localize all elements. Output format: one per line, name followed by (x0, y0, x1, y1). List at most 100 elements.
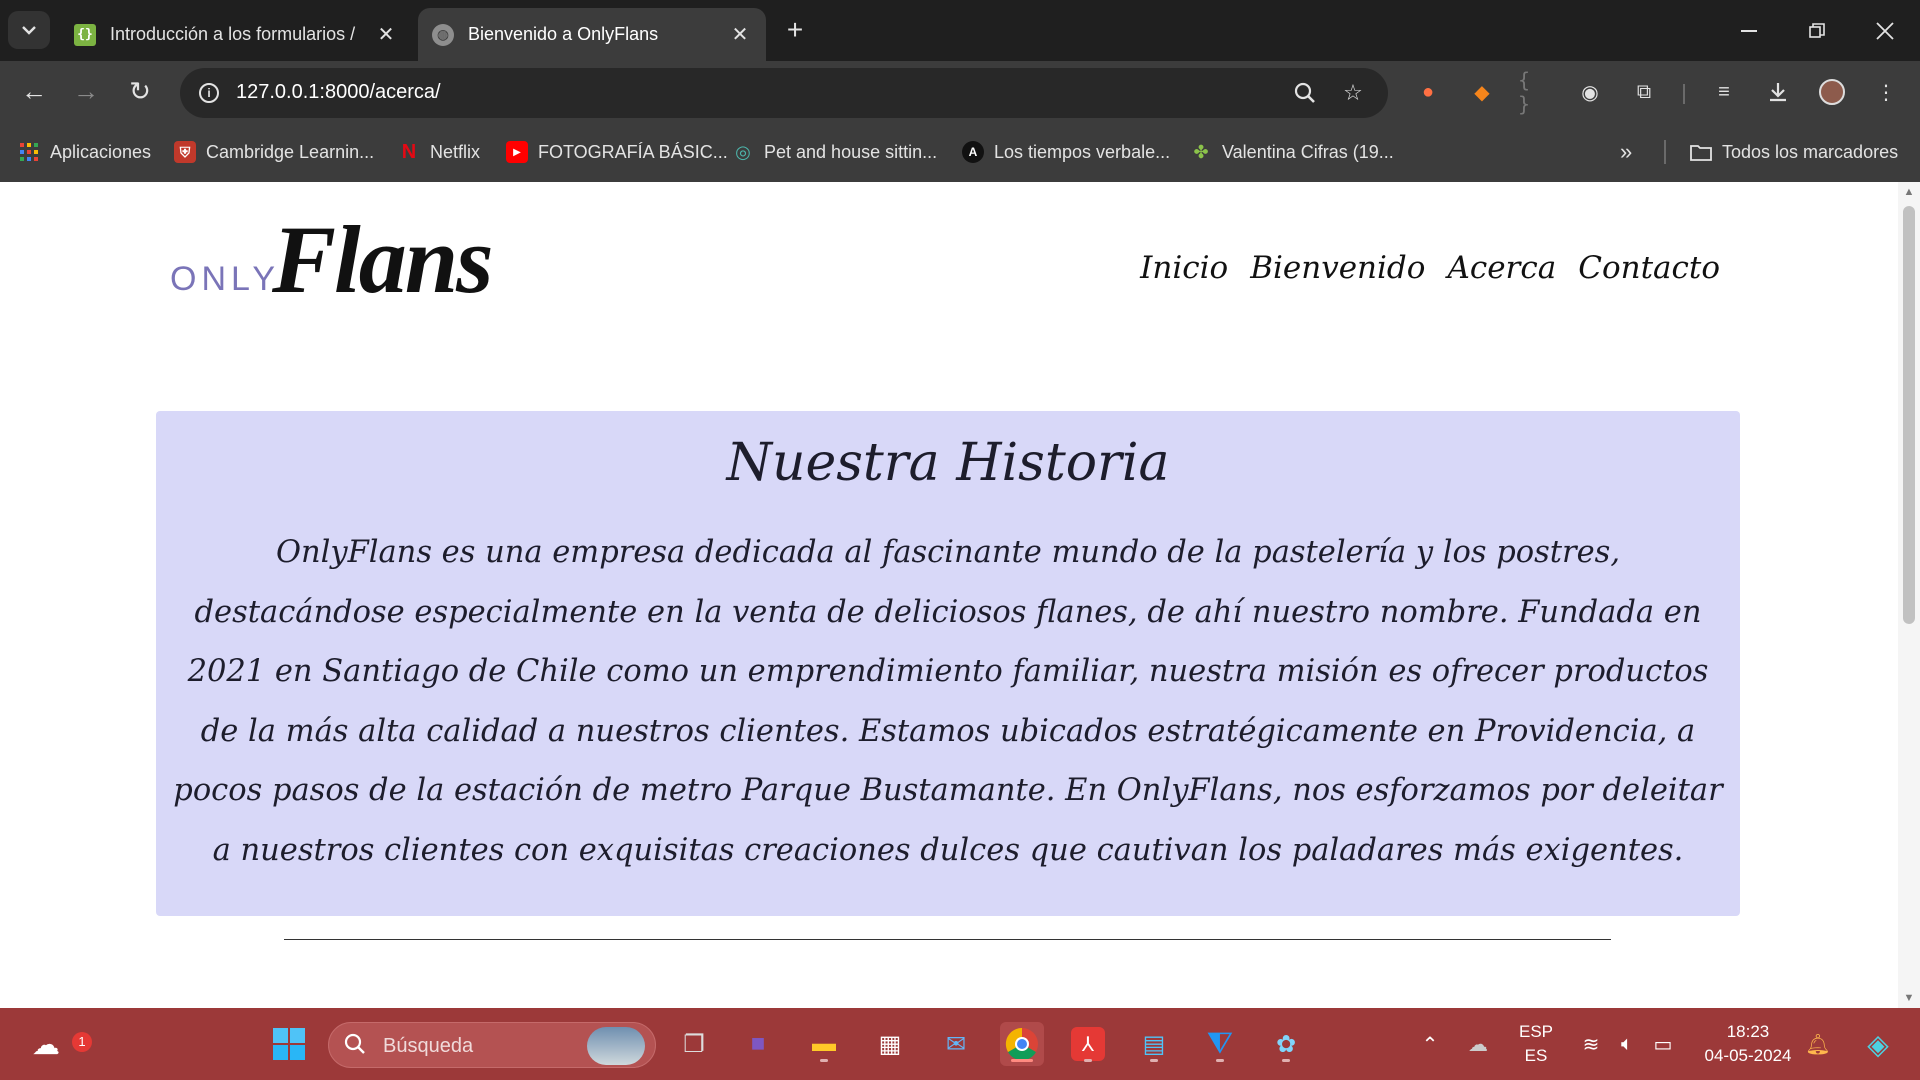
url-text[interactable]: 127.0.0.1:8000/acerca/ (236, 81, 441, 104)
section-body: OnlyFlans es una empresa dedicada al fas… (173, 535, 1723, 868)
wifi-button[interactable]: ≋ (1574, 1008, 1608, 1080)
bookmark-label: Aplicaciones (50, 141, 152, 162)
record-icon: ◉ (1581, 81, 1599, 104)
close-window-button[interactable] (1850, 0, 1920, 61)
search-placeholder: Búsqueda (383, 1035, 474, 1057)
bookmark-aplicaciones[interactable]: Aplicaciones (18, 138, 151, 166)
mail-icon: ✉ (945, 1030, 967, 1058)
notifications-button[interactable]: 🔔︎ (1800, 1008, 1836, 1080)
globe-icon: ◍ (432, 23, 454, 46)
copilot-icon: ◈ (1867, 1028, 1889, 1060)
system-clock[interactable]: 18:23 04-05-2024 (1698, 1020, 1798, 1068)
letter-a-icon: A (962, 141, 984, 163)
extension-metamask[interactable]: ◆ (1464, 74, 1500, 110)
taskbar-task-view[interactable]: ❐ (672, 1022, 716, 1066)
scroll-up-arrow-icon[interactable]: ▲ (1898, 184, 1920, 200)
plant-icon: ✤ (1193, 141, 1209, 162)
new-tab-button[interactable]: + (780, 12, 810, 48)
netflix-icon: N (401, 140, 417, 163)
zoom-button[interactable] (1290, 78, 1320, 108)
historia-card: Nuestra Historia OnlyFlans es una empres… (156, 411, 1740, 916)
bookmarks-separator (1664, 140, 1666, 164)
nav-link-inicio[interactable]: Inicio (1140, 250, 1228, 286)
bookmark-star-button[interactable]: ☆ (1338, 78, 1368, 108)
avatar (1819, 79, 1845, 105)
minimize-button[interactable] (1714, 0, 1784, 61)
tab-onlyflans[interactable]: ◍ Bienvenido a OnlyFlans ✕ (418, 8, 766, 61)
taskbar-search[interactable]: Búsqueda (328, 1022, 656, 1068)
site-info-button[interactable]: i (194, 78, 224, 108)
copilot-button[interactable]: ◈ (1854, 1008, 1902, 1080)
media-controls-button[interactable]: ≡ (1706, 74, 1742, 110)
language-code: ESP (1518, 1022, 1554, 1041)
bookmark-cambridge[interactable]: ⛨ Cambridge Learnin... (174, 138, 374, 166)
scroll-down-arrow-icon[interactable]: ▼ (1898, 990, 1920, 1006)
close-tab-icon[interactable]: ✕ (374, 22, 398, 47)
scroll-thumb[interactable] (1903, 206, 1915, 624)
download-icon (1770, 83, 1786, 102)
restore-button[interactable] (1782, 0, 1852, 61)
tab-title: Bienvenido a OnlyFlans (468, 24, 659, 44)
extensions-button[interactable]: ⧉ (1626, 74, 1662, 110)
search-highlight-image (587, 1027, 645, 1065)
taskbar-store[interactable]: ▦ (868, 1022, 912, 1066)
language-indicator[interactable]: ESP ES (1514, 1020, 1558, 1068)
section-title: Nuestra Historia (726, 433, 1170, 493)
taskbar-vscode[interactable]: ⧨ (1198, 1022, 1242, 1066)
bookmark-pet-sitting[interactable]: ◎ Pet and house sittin... (732, 138, 937, 166)
compass-icon: ◎ (735, 141, 751, 162)
bookmark-tiempos-verbales[interactable]: A Los tiempos verbale... (962, 138, 1170, 166)
profile-button[interactable] (1814, 74, 1850, 110)
weather-cloud-icon: ☁ (32, 1028, 60, 1060)
taskbar-meet[interactable]: ■ (736, 1022, 780, 1066)
tab-search-button[interactable] (8, 11, 50, 49)
extension-record[interactable]: ◉ (1572, 74, 1608, 110)
taskbar-paint[interactable]: ✿ (1264, 1022, 1308, 1066)
back-button[interactable]: ← (14, 71, 54, 111)
menu-button[interactable]: ⋮ (1868, 74, 1904, 110)
show-hidden-icons-button[interactable]: ⌃ (1412, 1008, 1448, 1080)
fox-icon: ◆ (1474, 81, 1490, 104)
task-view-icon: ❐ (683, 1030, 705, 1058)
search-icon (343, 1032, 367, 1063)
nav-link-bienvenido[interactable]: Bienvenido (1250, 250, 1425, 286)
taskbar-chrome[interactable] (1000, 1022, 1044, 1066)
nav-link-contacto[interactable]: Contacto (1578, 250, 1720, 286)
extension-flame[interactable]: ● (1410, 74, 1446, 110)
battery-button[interactable]: ▭ (1646, 1008, 1680, 1080)
tab-formularios[interactable]: {} Introducción a los formularios / ✕ (60, 8, 412, 61)
weather-widget[interactable]: ☁ 1 (24, 1022, 92, 1066)
more-bookmarks-button[interactable]: » (1620, 138, 1632, 166)
taskbar-mail[interactable]: ✉ (934, 1022, 978, 1066)
taskbar-acrobat[interactable]: ⅄ (1066, 1022, 1110, 1066)
downloads-button[interactable] (1760, 74, 1796, 110)
chrome-icon (1005, 1027, 1038, 1061)
windows-logo-icon (273, 1028, 305, 1060)
bookmark-netflix[interactable]: N Netflix (398, 138, 480, 166)
braces-icon: {} (74, 23, 96, 46)
bookmark-fotografia[interactable]: ▶ FOTOGRAFÍA BÁSIC... (506, 138, 728, 166)
onedrive-button[interactable]: ☁ (1460, 1008, 1496, 1080)
forward-button[interactable]: → (66, 71, 106, 111)
taskbar-file-explorer[interactable]: ▬ (802, 1022, 846, 1066)
video-camera-icon: ■ (750, 1030, 766, 1057)
taskbar-notepad[interactable]: ▤ (1132, 1022, 1176, 1066)
bookmark-label: Netflix (430, 141, 481, 162)
start-button[interactable] (267, 1022, 311, 1066)
close-tab-icon[interactable]: ✕ (728, 22, 752, 47)
extension-json[interactable]: { } (1518, 68, 1554, 116)
logo-prefix: ONLY (170, 260, 281, 298)
page-scrollbar[interactable]: ▲ ▼ (1898, 182, 1920, 1008)
all-bookmarks-button[interactable]: Todos los marcadores (1690, 138, 1898, 166)
palette-icon: ✿ (1275, 1030, 1297, 1058)
nav-link-acerca[interactable]: Acerca (1447, 250, 1556, 286)
bookmark-valentina[interactable]: ✤ Valentina Cifras (19... (1190, 138, 1393, 166)
youtube-icon: ▶ (506, 141, 528, 163)
web-page: ONLY Flans Inicio Bienvenido Acerca Cont… (0, 182, 1898, 1008)
site-logo[interactable]: ONLY Flans (170, 206, 550, 313)
address-bar[interactable]: i 127.0.0.1:8000/acerca/ ☆ (180, 68, 1388, 118)
flame-icon: ● (1421, 80, 1435, 103)
reload-button[interactable]: ↻ (120, 71, 160, 111)
logo-name: Flans (272, 206, 493, 313)
volume-button[interactable]: 🔈︎ (1610, 1008, 1644, 1080)
